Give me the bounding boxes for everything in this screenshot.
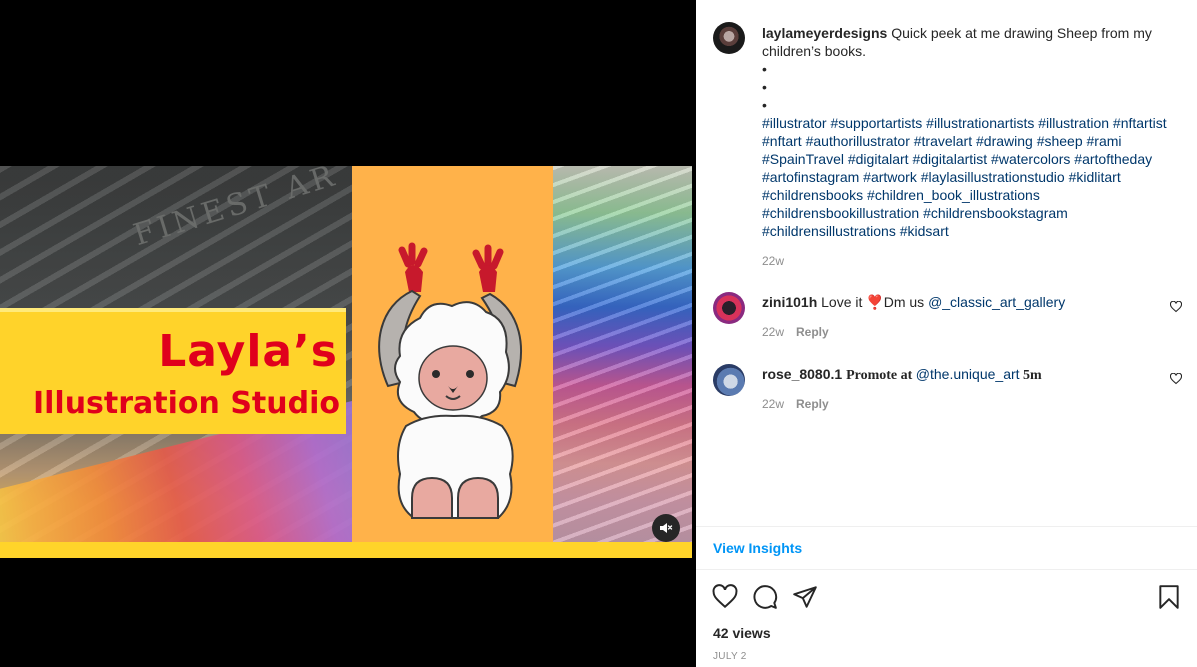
caption-dot: • xyxy=(762,97,767,113)
comment-username[interactable]: rose_8080.1 xyxy=(762,366,842,382)
comment-mention[interactable]: @the.unique_art xyxy=(916,366,1020,382)
yellow-strip xyxy=(0,542,692,558)
caption-timestamp[interactable]: 22w xyxy=(762,254,784,268)
view-insights-link[interactable]: View Insights xyxy=(713,540,802,556)
comment-meta: 22w Reply xyxy=(762,397,829,411)
pencils-background-right xyxy=(553,166,692,558)
bookmark-icon[interactable] xyxy=(1156,584,1182,610)
heart-icon[interactable] xyxy=(712,584,738,610)
post-sidebar: laylameyerdesigns Quick peek at me drawi… xyxy=(696,0,1197,667)
comment-text: Love it xyxy=(821,294,867,310)
divider xyxy=(696,526,1197,527)
title-card: Layla’s Illustration Studio xyxy=(0,308,346,434)
mute-toggle-button[interactable] xyxy=(652,514,680,542)
comment-text-continued: Dm us xyxy=(883,294,929,310)
view-count[interactable]: 42 views xyxy=(713,625,771,641)
comment-item: zini101h Love it ❣️Dm us @_classic_art_g… xyxy=(762,293,1152,311)
comment-meta: 22w Reply xyxy=(762,325,829,339)
comment-text: Promote at xyxy=(846,368,916,383)
reply-button[interactable]: Reply xyxy=(796,397,829,411)
comment-timestamp[interactable]: 22w xyxy=(762,325,784,339)
title-line-2: Illustration Studio xyxy=(32,386,340,421)
llama-illustration xyxy=(378,242,522,519)
avatar[interactable] xyxy=(713,22,745,54)
background-text: FINEST AR xyxy=(129,166,342,254)
post-date[interactable]: JULY 2 xyxy=(713,651,747,662)
divider xyxy=(696,569,1197,570)
share-icon[interactable] xyxy=(792,584,818,610)
comment-like-heart-icon[interactable] xyxy=(1170,373,1182,385)
comment-timestamp[interactable]: 22w xyxy=(762,397,784,411)
heart-emoji: ❣️ xyxy=(866,294,884,310)
comment-item: rose_8080.1 Promote at @the.unique_art 5… xyxy=(762,365,1152,385)
comment-like-heart-icon[interactable] xyxy=(1170,301,1182,313)
comment-username[interactable]: zini101h xyxy=(762,294,817,310)
title-line-1: Layla’s xyxy=(158,326,338,377)
caption-dot: • xyxy=(762,79,767,95)
caption-dot: • xyxy=(762,61,767,77)
post-caption: laylameyerdesigns Quick peek at me drawi… xyxy=(762,24,1182,240)
comment-avatar[interactable] xyxy=(713,292,745,324)
video-frame[interactable]: FINEST AR Layla’s Illustration Studio xyxy=(0,166,692,558)
caption-hashtags[interactable]: #illustrator #supportartists #illustrati… xyxy=(762,114,1182,240)
comment-tail: 5m xyxy=(1019,368,1042,383)
post-media[interactable]: FINEST AR Layla’s Illustration Studio xyxy=(0,0,696,667)
speaker-muted-icon xyxy=(660,523,673,533)
comment-mention[interactable]: @_classic_art_gallery xyxy=(928,294,1065,310)
comment-icon[interactable] xyxy=(752,584,778,610)
caption-username[interactable]: laylameyerdesigns xyxy=(762,25,887,41)
reply-button[interactable]: Reply xyxy=(796,325,829,339)
comment-avatar[interactable] xyxy=(713,364,745,396)
